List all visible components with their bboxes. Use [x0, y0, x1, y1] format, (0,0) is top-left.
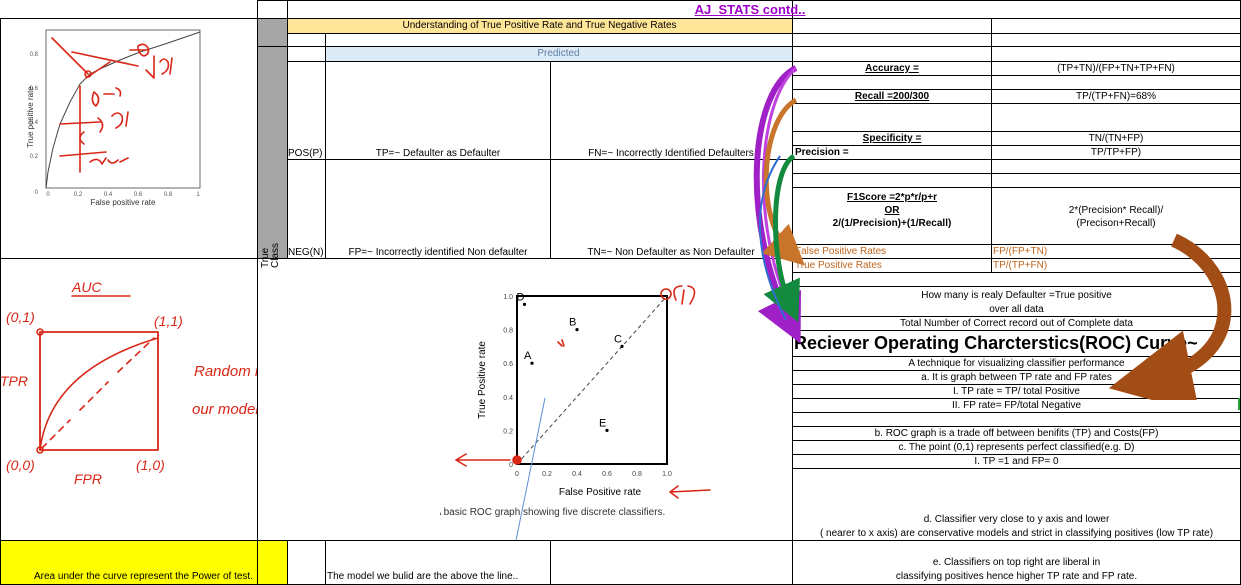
sketch-tpr: TPR	[0, 373, 28, 389]
roc-point-label-b: B	[569, 317, 576, 329]
small-tick-y-0: 0	[35, 190, 39, 196]
roc-xtick: 0.6	[602, 471, 612, 478]
roc-xtick: 0.8	[632, 471, 642, 478]
roc-point-e-line1: e. Classifiers on top right are liberal …	[932, 557, 1101, 568]
small-chart-xlabel: False positive rate	[91, 198, 156, 207]
small-tick-y-02: 0.2	[30, 154, 39, 160]
sketch-p00: (0,0)	[6, 457, 35, 473]
auc-note: Area under the curve represent the Power…	[33, 571, 253, 582]
roc-ytick: 0	[509, 462, 513, 469]
roc-point-label-c: C	[614, 333, 622, 345]
roc-point-c-i: I. TP =1 and FP= 0	[974, 456, 1059, 467]
sketch-auc-label: AUC	[71, 279, 102, 295]
roc-point-d-line2: ( nearer to x axis) are conservative mod…	[819, 528, 1214, 539]
roc-chart-caption: A basic ROC graph showing five discrete …	[440, 507, 665, 518]
sketch-p01: (0,1)	[6, 309, 35, 325]
small-tick-x-08: 0.8	[164, 192, 173, 198]
sketch-random-model: Random model - .5	[194, 363, 257, 380]
row-pos-label: POS(P)	[288, 148, 323, 159]
sheet-title: AJ_STATS contd..	[694, 2, 806, 17]
green-edge-mark	[1238, 398, 1240, 410]
roc-chart-xlabel: False Positive rate	[559, 487, 642, 498]
fp-cell: FP=~ Incorrectly identified Non defaulte…	[348, 247, 528, 258]
table-header: Understanding of True Positive Rate and …	[402, 20, 677, 31]
roc-xtick: 1.0	[662, 471, 672, 478]
roc-point-label-a: A	[524, 350, 532, 362]
roc-point-b: b. ROC graph is a trade off between beni…	[874, 428, 1159, 439]
true-class-label: True Class	[260, 242, 281, 268]
roc-point-label-d: D	[517, 291, 525, 303]
predicted-label: Predicted	[537, 48, 580, 59]
small-tick-x-02: 0.2	[74, 192, 83, 198]
roc-xtick: 0.2	[542, 471, 552, 478]
roc-point-e-line2: classifying positives hence higher TP ra…	[895, 571, 1138, 582]
roc-xtick: 0.4	[572, 471, 582, 478]
roc-point-d-line1: d. Classifier very close to y axis and l…	[923, 514, 1110, 525]
sketch-p10: (1,0)	[136, 457, 165, 473]
roc-ytick: 0.2	[503, 428, 513, 435]
small-tick-y-08: 0.8	[30, 52, 39, 58]
small-tick-x-1: 1	[196, 192, 200, 198]
brown-arrow	[1108, 233, 1232, 400]
row-neg-label: NEG(N)	[288, 247, 324, 258]
roc-ytick: 0.6	[503, 361, 513, 368]
arrows-layer	[753, 65, 1232, 400]
roc-ytick: 0.4	[503, 395, 513, 402]
sketch-our-model: our model .5 to 1	[192, 401, 257, 418]
roc-chart-ylabel: True Positive rate	[477, 341, 488, 419]
roc-ytick: 0.8	[503, 328, 513, 335]
roc-point-label-e: E	[599, 417, 606, 429]
true-class-fill	[257, 19, 287, 259]
roc-ytick: 1.0	[503, 294, 513, 301]
small-tick-x-0: 0	[46, 192, 50, 198]
random-diagonal	[516, 295, 668, 465]
small-chart-ylabel: True positive rate	[26, 86, 35, 148]
roc-xtick: 0	[515, 471, 519, 478]
model-note: The model we bulid are the above the lin…	[327, 571, 519, 582]
roc-point-a-ii: II. FP rate= FP/total Negative	[951, 400, 1082, 411]
small-roc-image: 0 0.2 0.4 0.6 0.8 0 0.2 0.4 0.6 0.8 1 Fa…	[26, 29, 201, 207]
basic-roc-chart: 00.20.40.60.81.0 0 0.2 0.4 0.6 0.8 1.0 DBCAE …	[440, 285, 711, 540]
sketch-fpr: FPR	[74, 471, 102, 487]
sketch-p11: (1,1)	[154, 313, 183, 329]
auc-sketch: AUC (0,1) (1,1) (0,0) (1,0) TPR FPR Rand…	[0, 279, 257, 487]
tp-cell: TP=~ Defaulter as Defaulter	[375, 148, 501, 159]
roc-point-c: c. The point (0,1) represents perfect cl…	[898, 442, 1135, 453]
